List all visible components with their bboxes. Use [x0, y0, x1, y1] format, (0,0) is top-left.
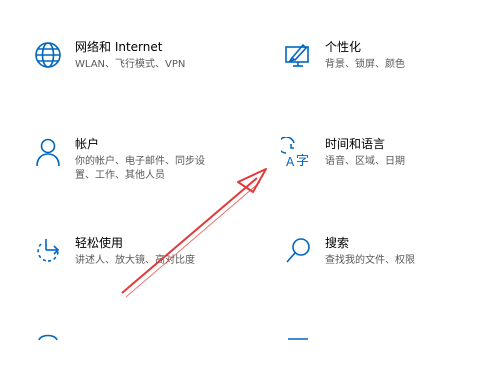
tile-title: 网络和 Internet — [75, 40, 163, 54]
tile-partial-right[interactable] — [280, 330, 316, 366]
personalization-icon — [280, 40, 316, 76]
tile-description: 背景、锁屏、颜色 — [325, 59, 405, 70]
tile-ease-of-access[interactable]: 轻松使用 讲述人、放大镜、高对比度 — [30, 236, 195, 272]
tile-description: 你的帐户、电子邮件、同步设 置、工作、其他人员 — [75, 156, 205, 181]
tile-description: 查找我的文件、权限 — [325, 255, 415, 266]
tile-time-language[interactable]: A 字 时间和语言 语音、区域、日期 — [280, 137, 405, 173]
tile-description: 语音、区域、日期 — [325, 156, 405, 167]
partial-icon — [30, 330, 66, 366]
ease-of-access-icon — [30, 236, 66, 272]
tile-search[interactable]: 搜索 查找我的文件、权限 — [280, 236, 415, 272]
time-language-icon: A 字 — [280, 137, 316, 173]
tile-description: WLAN、飞行模式、VPN — [75, 59, 186, 70]
tile-network-internet[interactable]: 网络和 Internet WLAN、飞行模式、VPN — [30, 40, 185, 76]
partial-icon — [280, 330, 316, 366]
person-icon — [30, 137, 66, 173]
globe-icon — [30, 40, 66, 76]
tile-accounts[interactable]: 帐户 你的帐户、电子邮件、同步设 置、工作、其他人员 — [30, 137, 205, 183]
svg-text:字: 字 — [296, 154, 309, 169]
tile-description: 讲述人、放大镜、高对比度 — [75, 255, 195, 266]
tile-title: 时间和语言 — [325, 137, 386, 151]
tile-title: 帐户 — [75, 137, 100, 151]
tile-title: 搜索 — [325, 236, 350, 250]
tile-partial-left[interactable] — [30, 330, 66, 366]
svg-text:A: A — [286, 155, 295, 169]
tile-personalization[interactable]: 个性化 背景、锁屏、颜色 — [280, 40, 405, 76]
tile-title: 轻松使用 — [75, 236, 124, 250]
search-icon — [280, 236, 316, 272]
tile-title: 个性化 — [325, 40, 362, 54]
